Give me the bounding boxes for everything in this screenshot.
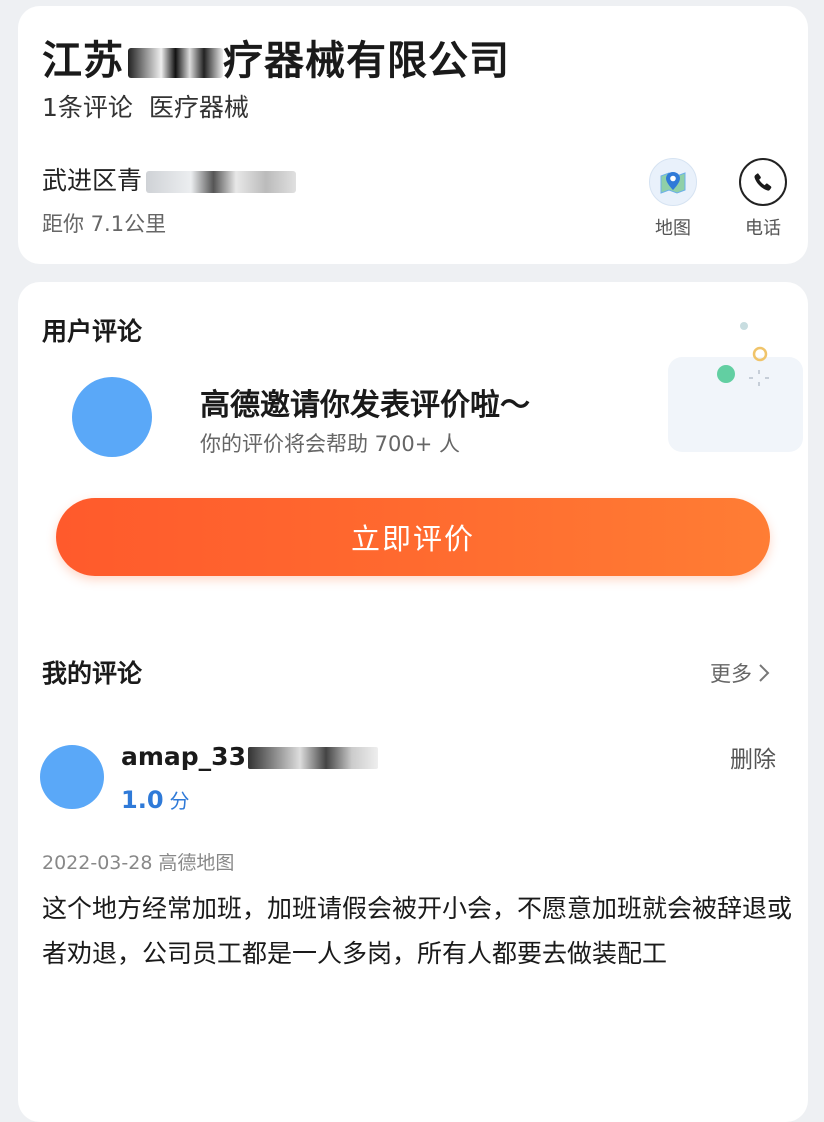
- my-reviews-title: 我的评论: [42, 659, 143, 688]
- phone-button[interactable]: 电话: [728, 158, 798, 240]
- map-button[interactable]: 地图: [638, 158, 708, 240]
- poi-distance: 距你 7.1公里: [42, 212, 167, 236]
- review-card: 用户评论 高德邀请你发表评价啦～ 你的评价将会帮助 700+ 人 立即评价 我的…: [18, 282, 808, 1122]
- poi-title-suffix: 疗器械有限公司: [223, 38, 510, 84]
- review-score: 1.0 分: [121, 785, 190, 814]
- poi-meta: 1条评论 医疗器械: [42, 88, 265, 124]
- chevron-right-icon: [759, 664, 770, 682]
- map-icon: [649, 158, 697, 206]
- avatar: [72, 377, 152, 457]
- review-count[interactable]: 1条评论: [42, 93, 133, 122]
- delete-button[interactable]: 删除: [730, 740, 776, 774]
- username-text: amap_33: [121, 742, 246, 771]
- poi-title-prefix: 江苏: [42, 38, 124, 84]
- user-reviews-title: 用户评论: [42, 317, 143, 346]
- review-avatar: [40, 745, 104, 809]
- poi-address: 武进区青: [42, 161, 297, 197]
- invite-title: 高德邀请你发表评价啦～: [200, 388, 530, 423]
- review-username: amap_33: [121, 742, 378, 771]
- review-date: 2022-03-28: [42, 852, 153, 874]
- review-text: 这个地方经常加班，加班请假会被开小会，不愿意加班就会被辞退或者劝退，公司员工都是…: [42, 894, 793, 968]
- more-link[interactable]: 更多: [710, 658, 770, 688]
- poi-category: 医疗器械: [148, 93, 249, 122]
- rate-now-button[interactable]: 立即评价: [56, 498, 770, 576]
- more-label: 更多: [710, 662, 752, 686]
- score-value: 1.0: [121, 786, 164, 814]
- score-unit: 分: [169, 789, 190, 813]
- address-text: 武进区青: [42, 166, 143, 195]
- poi-info-card: 江苏 疗器械有限公司 1条评论 医疗器械 武进区青 距你 7.1公里 地图 电话: [18, 6, 808, 264]
- redacted-text: [128, 48, 223, 78]
- poi-title: 江苏 疗器械有限公司: [42, 28, 510, 86]
- redacted-address: [146, 171, 297, 193]
- review-source: 高德地图: [158, 852, 235, 874]
- phone-icon: [739, 158, 787, 206]
- review-meta: 2022-03-28 高德地图: [42, 848, 234, 875]
- redacted-username: [247, 747, 378, 769]
- invite-subtitle: 你的评价将会帮助 700+ 人: [200, 432, 461, 456]
- map-label: 地图: [655, 218, 691, 239]
- phone-label: 电话: [745, 218, 781, 239]
- decoration-illustration: [668, 322, 803, 452]
